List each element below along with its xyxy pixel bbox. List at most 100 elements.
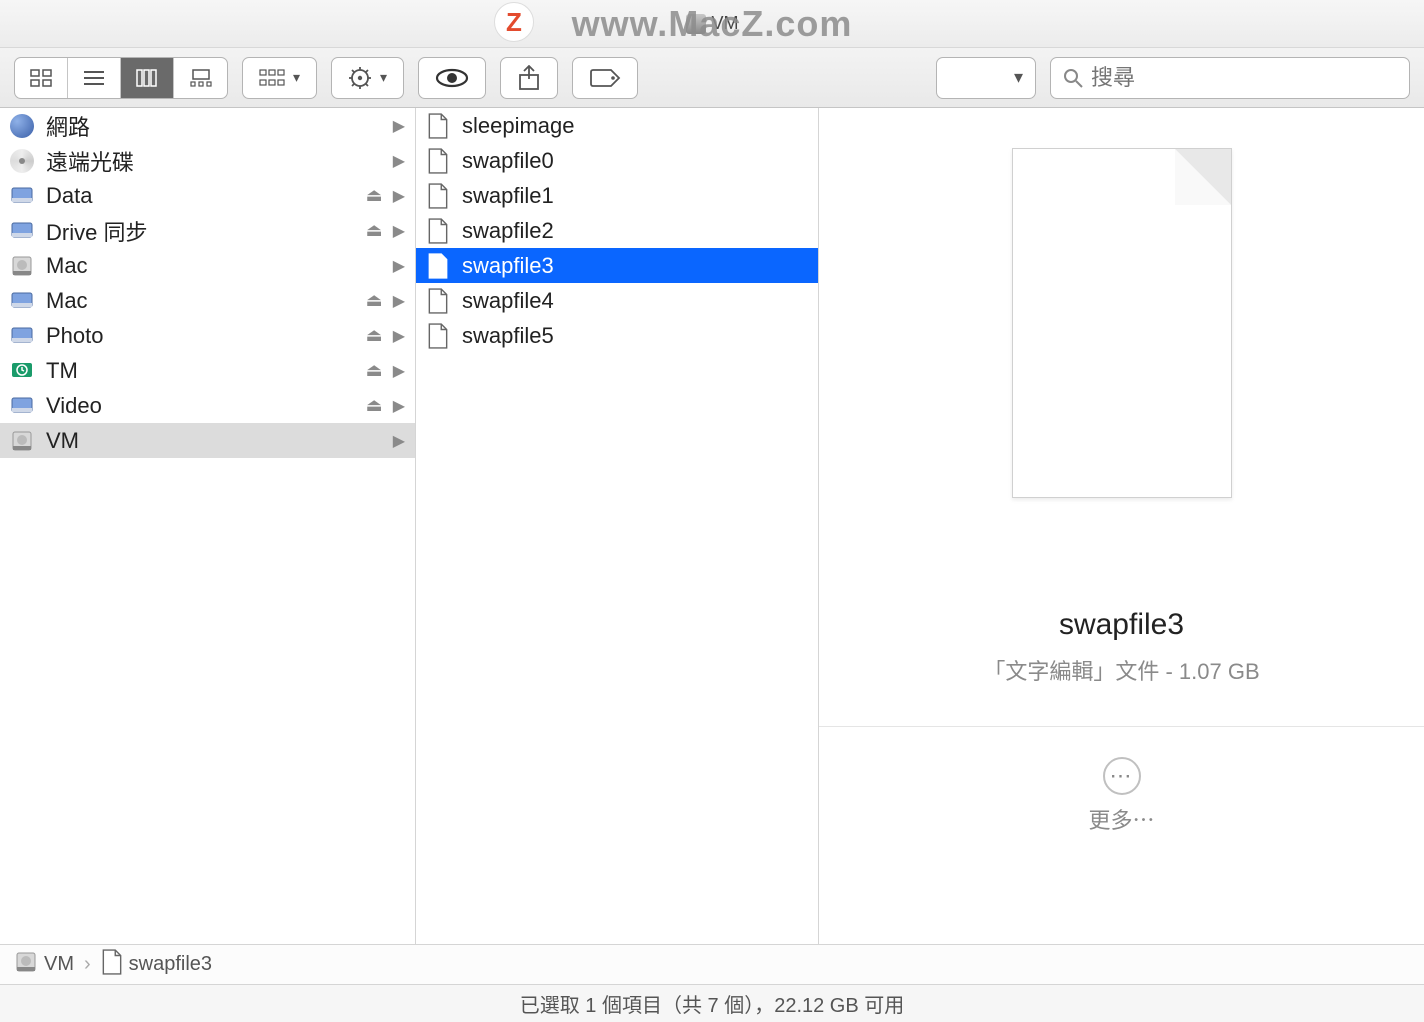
sidebar-item-icon: [8, 184, 36, 208]
file-label: swapfile4: [462, 288, 808, 314]
sidebar-item-icon: [8, 394, 36, 418]
sidebar-item-icon: [8, 114, 36, 138]
file-label: swapfile3: [462, 253, 808, 279]
sidebar-item-icon: [8, 289, 36, 313]
sidebar-item[interactable]: VM▶: [0, 423, 415, 458]
title-volume-icon: [686, 14, 706, 34]
file-label: swapfile2: [462, 218, 808, 244]
eject-icon[interactable]: ⏏: [366, 325, 383, 346]
file-row[interactable]: swapfile5: [416, 318, 818, 353]
sidebar-item-label: Drive 同步: [46, 215, 356, 247]
path-segment-label: swapfile3: [129, 953, 212, 976]
preview-meta: 「文字編輯」文件 - 1.07 GB: [983, 654, 1259, 686]
sidebar-item-label: Video: [46, 393, 356, 419]
sidebar-item[interactable]: Mac▶: [0, 248, 415, 283]
sidebar-item-label: 遠端光碟: [46, 145, 383, 177]
sidebar-item-icon: [8, 324, 36, 348]
sidebar-item-label: TM: [46, 358, 356, 384]
sidebar-item[interactable]: 網路 ▶: [0, 108, 415, 143]
eject-icon[interactable]: ⏏: [366, 360, 383, 381]
file-row[interactable]: swapfile1: [416, 178, 818, 213]
sidebar-item-label: Photo: [46, 323, 356, 349]
file-label: swapfile1: [462, 183, 808, 209]
chevron-right-icon: ▶: [393, 116, 405, 136]
search-input[interactable]: [1091, 65, 1397, 91]
watermark-initial: Z: [494, 2, 534, 42]
path-separator: ›: [84, 953, 91, 976]
sidebar-item[interactable]: Mac ⏏ ▶: [0, 283, 415, 318]
pathbar: VM › swapfile3: [0, 944, 1424, 984]
file-icon: [424, 183, 452, 209]
statusbar: 已選取 1 個項目（共 7 個），22.12 GB 可用: [0, 984, 1424, 1022]
tags-button[interactable]: [572, 57, 638, 99]
eject-icon[interactable]: ⏏: [366, 185, 383, 206]
file-icon: [424, 218, 452, 244]
chevron-down-icon: ▾: [1014, 67, 1023, 88]
file-label: sleepimage: [462, 113, 808, 139]
file-row[interactable]: swapfile4: [416, 283, 818, 318]
path-segment[interactable]: VM: [14, 950, 74, 980]
path-segment-label: VM: [44, 953, 74, 976]
file-icon: [424, 323, 452, 349]
view-columns-button[interactable]: [121, 58, 174, 98]
file-icon: [424, 113, 452, 139]
more-button[interactable]: ⋯: [1103, 757, 1141, 795]
group-by-button[interactable]: ▾: [242, 57, 317, 99]
action-menu-button[interactable]: ▾: [331, 57, 404, 99]
search-field[interactable]: [1050, 57, 1410, 99]
sidebar-item-label: 網路: [46, 110, 383, 142]
eject-icon[interactable]: ⏏: [366, 395, 383, 416]
chevron-right-icon: ▶: [393, 291, 405, 311]
file-icon: [424, 148, 452, 174]
preview-thumbnail: [1012, 148, 1232, 498]
sidebar-item-label: Data: [46, 183, 356, 209]
view-gallery-button[interactable]: [174, 58, 227, 98]
view-icon-button[interactable]: [15, 58, 68, 98]
chevron-down-icon: ▾: [293, 69, 300, 86]
sidebar-item[interactable]: TM ⏏ ▶: [0, 353, 415, 388]
file-row[interactable]: swapfile2: [416, 213, 818, 248]
eject-icon[interactable]: ⏏: [366, 290, 383, 311]
sidebar-item-icon: [8, 429, 36, 453]
file-row[interactable]: swapfile0: [416, 143, 818, 178]
sidebar-item-icon: [8, 219, 36, 243]
preview-filename: swapfile3: [1059, 608, 1184, 642]
preview-pane: swapfile3 「文字編輯」文件 - 1.07 GB ⋯ 更多⋯: [819, 108, 1424, 944]
sidebar-item-label: VM: [46, 428, 383, 454]
search-icon: [1063, 68, 1083, 88]
sidebar-item[interactable]: 遠端光碟▶: [0, 143, 415, 178]
file-row[interactable]: sleepimage: [416, 108, 818, 143]
file-row[interactable]: swapfile3: [416, 248, 818, 283]
sidebar-item[interactable]: Drive 同步⏏▶: [0, 213, 415, 248]
sidebar-item[interactable]: Data ⏏ ▶: [0, 178, 415, 213]
toolbar-dropdown[interactable]: ▾: [936, 57, 1036, 99]
share-button[interactable]: [500, 57, 558, 99]
preview-more-section: ⋯ 更多⋯: [819, 726, 1424, 835]
sidebar-item[interactable]: Video ⏏ ▶: [0, 388, 415, 423]
statusbar-text: 已選取 1 個項目（共 7 個），22.12 GB 可用: [520, 989, 905, 1018]
path-segment[interactable]: swapfile3: [101, 949, 212, 981]
sidebar-item-label: Mac: [46, 253, 383, 279]
sidebar-item-icon: [8, 254, 36, 278]
file-icon: [424, 253, 452, 279]
chevron-right-icon: ▶: [393, 326, 405, 346]
view-list-button[interactable]: [68, 58, 121, 98]
chevron-right-icon: ▶: [393, 186, 405, 206]
file-label: swapfile0: [462, 148, 808, 174]
chevron-down-icon: ▾: [380, 69, 387, 86]
titlebar: VM www.MacZ.com Z: [0, 0, 1424, 48]
view-mode-segmented: [14, 57, 228, 99]
file-label: swapfile5: [462, 323, 808, 349]
chevron-right-icon: ▶: [393, 361, 405, 381]
content-area: 網路▶遠端光碟▶Data⏏▶Drive 同步⏏▶Mac▶Mac⏏▶Photo⏏▶…: [0, 108, 1424, 944]
path-segment-icon: [14, 950, 38, 980]
chevron-right-icon: ▶: [393, 396, 405, 416]
sidebar-column: 網路▶遠端光碟▶Data⏏▶Drive 同步⏏▶Mac▶Mac⏏▶Photo⏏▶…: [0, 108, 416, 944]
sidebar-item[interactable]: Photo ⏏ ▶: [0, 318, 415, 353]
quicklook-button[interactable]: [418, 57, 486, 99]
sidebar-item-label: Mac: [46, 288, 356, 314]
toolbar: ▾ ▾ ▾: [0, 48, 1424, 108]
more-label: 更多⋯: [1088, 803, 1154, 835]
eject-icon[interactable]: ⏏: [366, 220, 383, 241]
file-icon: [424, 288, 452, 314]
